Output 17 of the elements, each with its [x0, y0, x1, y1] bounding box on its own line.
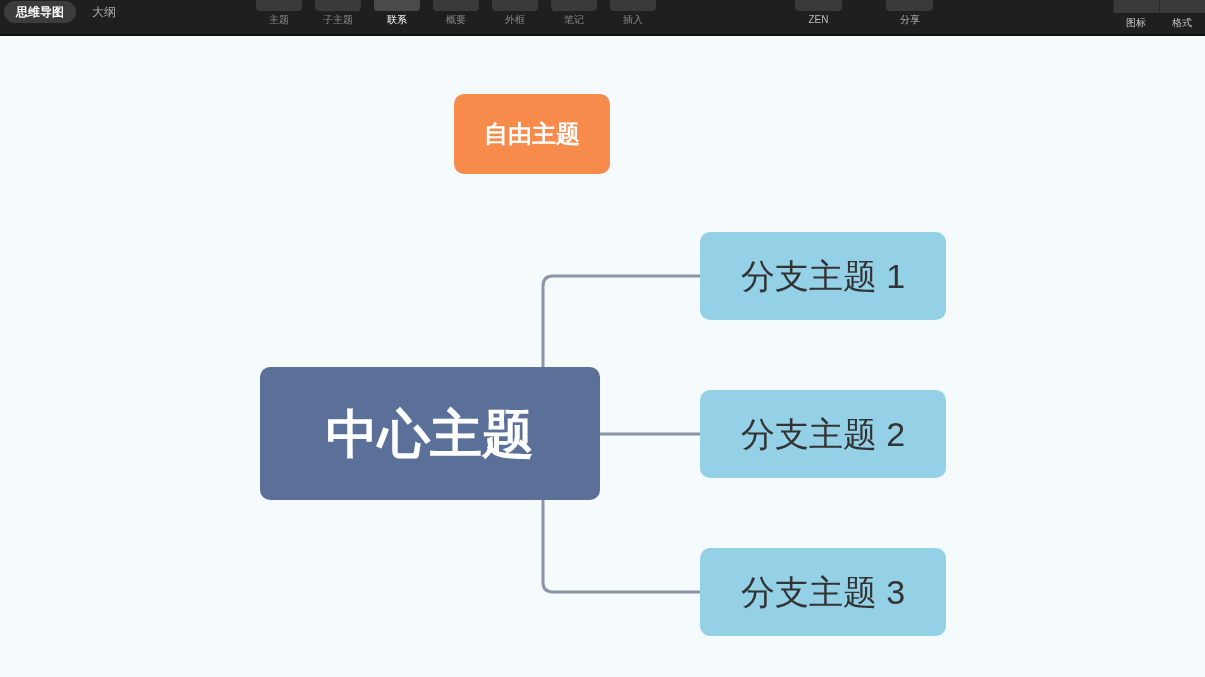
view-tab[interactable]: 思维导图 — [4, 1, 76, 23]
toolbar-button[interactable]: ZEN — [795, 0, 842, 25]
panel-button[interactable]: 图标 — [1113, 0, 1159, 28]
central-topic[interactable]: 中心主题 — [260, 367, 600, 500]
toolbar-button[interactable]: 外框 — [492, 0, 538, 25]
toolbar-button[interactable]: 联系 — [374, 0, 420, 25]
toolbar-button[interactable]: 概要 — [433, 0, 479, 25]
toolbar-button[interactable]: 笔记 — [551, 0, 597, 25]
branch-topic[interactable]: 分支主题 2 — [700, 390, 946, 478]
toolbar-button[interactable]: 子主题 — [315, 0, 361, 25]
panel-button[interactable]: 格式 — [1159, 0, 1205, 28]
branch-topic[interactable]: 分支主题 3 — [700, 548, 946, 636]
view-tab[interactable]: 大纲 — [80, 1, 128, 23]
branch-topic[interactable]: 分支主题 1 — [700, 232, 946, 320]
toolbar-button[interactable]: 主题 — [256, 0, 302, 25]
toolbar-button[interactable]: 插入 — [610, 0, 656, 25]
toolbar-button[interactable]: 分享 — [886, 0, 933, 25]
